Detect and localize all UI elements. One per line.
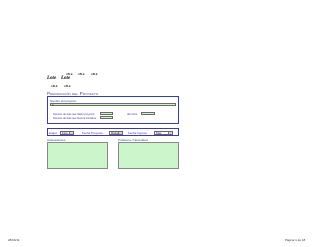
fecha-proyecto-dropdown-icon — [118, 131, 122, 134]
fecha-proyecto-label: Fecha Proyecto — [82, 131, 104, 135]
etapa-label: Etapa — [49, 131, 57, 135]
days-elapsed-input[interactable] — [100, 116, 113, 119]
fecha-proyecto-select[interactable]: Mockups — [109, 130, 123, 135]
fecha-ingreso-label: Fecha Ingreso — [128, 131, 148, 135]
start-day-label: día inicio: — [127, 113, 138, 116]
project-frame: Nombre del proyecto: 0 Número de días qu… — [47, 96, 179, 124]
header-label-4: ABLE — [51, 85, 58, 88]
etapa-value: Inicio — [62, 131, 68, 135]
logo-left: Lote — [47, 76, 57, 81]
footer-page-number: Página 1 de 18 — [285, 238, 306, 242]
etapa-select[interactable]: Inicio — [60, 130, 74, 135]
antecedentes-textarea[interactable] — [47, 142, 108, 169]
footer-date: 28/04/11 — [8, 238, 20, 242]
fecha-ingreso-select[interactable]: Fase — [154, 130, 173, 135]
header-label-2: ABLE — [78, 73, 85, 76]
days-elapsed-label: Número de días que lleva la iniciativa: — [53, 116, 97, 120]
header-label-3: ABLE — [91, 73, 98, 76]
header-label-5: ABLE — [64, 85, 71, 88]
problema-textarea[interactable] — [118, 142, 179, 169]
fecha-ingreso-value: Fase — [156, 131, 162, 135]
fecha-ingreso-dropdown-icon — [168, 131, 172, 134]
stage-band: Etapa Inicio Fecha Proyecto Mockups Fech… — [47, 128, 179, 136]
project-name-input[interactable]: 0 — [50, 103, 176, 107]
days-remaining-input[interactable] — [100, 112, 113, 115]
start-day-input[interactable] — [141, 112, 155, 115]
project-name-value: 0 — [52, 104, 54, 107]
logo-right: Lote — [61, 76, 71, 81]
etapa-dropdown-icon — [69, 131, 73, 134]
